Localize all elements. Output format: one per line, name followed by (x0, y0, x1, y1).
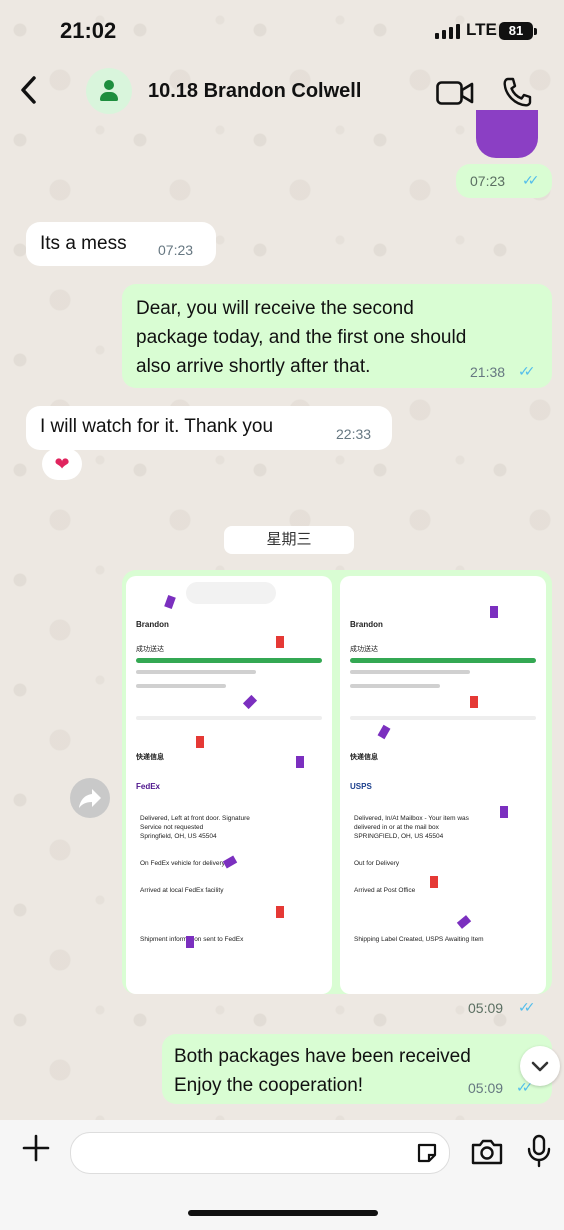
message-time: 07:23 (158, 242, 194, 258)
message-time: 22:33 (336, 426, 372, 442)
video-camera-icon[interactable] (436, 80, 474, 111)
read-receipt-icon: ✓✓ (522, 172, 540, 188)
signal-icon (435, 24, 460, 39)
carrier-logo: USPS (350, 782, 372, 791)
tracking-screenshot-usps[interactable]: Brandon 成功送达 快递信息 USPS Delivered, In/At … (340, 576, 546, 994)
message-time: 07:23 (470, 173, 506, 189)
chat-screen: 21:02 LTE 81 10.18 Brandon Colwell 07:23… (0, 0, 564, 1230)
message-time: 05:09 (468, 1000, 504, 1016)
carrier-logo: FedEx (136, 782, 161, 791)
battery-icon: 81 (499, 22, 537, 40)
sticker-image[interactable] (476, 110, 538, 158)
outgoing-message[interactable]: Dear, you will receive the second packag… (122, 284, 552, 388)
screenshot-status: 成功送达 (136, 646, 164, 653)
incoming-message[interactable]: I will watch for it. Thank you 22:33 (26, 406, 392, 450)
message-text: Both packages have been received Enjoy t… (174, 1046, 471, 1096)
sticker-meta-bubble: 07:23 ✓✓ (456, 164, 552, 198)
read-receipt-icon: ✓✓ (518, 363, 536, 379)
message-input[interactable] (70, 1132, 450, 1174)
tracking-events: Delivered, Left at front door. Signature… (140, 815, 250, 943)
image-message[interactable]: Brandon 成功送达 快递信息 FedEx Delivered, Left … (122, 570, 552, 1016)
avatar[interactable] (86, 68, 132, 114)
incoming-message[interactable]: Its a mess 07:23 (26, 222, 216, 266)
microphone-icon[interactable] (526, 1134, 552, 1173)
screenshot-status: 成功送达 (350, 646, 378, 653)
network-type: LTE (466, 20, 497, 39)
heart-reaction-icon[interactable]: ❤ (42, 448, 82, 480)
plus-icon[interactable] (22, 1134, 50, 1168)
message-composer (0, 1120, 564, 1230)
message-text: I will watch for it. Thank you (40, 416, 274, 437)
sticker-icon[interactable] (415, 1141, 439, 1170)
status-time: 21:02 (60, 18, 117, 43)
screenshot-section: 快递信息 (350, 754, 378, 761)
phone-icon[interactable] (502, 76, 532, 113)
screenshot-section: 快递信息 (136, 754, 164, 761)
tracking-events: Delivered, In/At Mailbox - Your item was… (354, 815, 484, 943)
scroll-down-button[interactable] (520, 1046, 560, 1086)
forward-icon[interactable] (70, 778, 110, 818)
chevron-down-icon (531, 1061, 549, 1072)
message-time: 21:38 (470, 364, 506, 380)
screenshot-recipient: Brandon (136, 620, 169, 629)
message-text: Dear, you will receive the second packag… (136, 298, 467, 377)
contact-name[interactable]: 10.18 Brandon Colwell (148, 80, 361, 103)
screenshot-recipient: Brandon (350, 620, 383, 629)
message-text: Its a mess (40, 233, 127, 254)
tracking-screenshot-fedex[interactable]: Brandon 成功送达 快递信息 FedEx Delivered, Left … (126, 576, 332, 994)
camera-icon[interactable] (470, 1138, 504, 1171)
date-separator: 星期三 (224, 526, 354, 554)
chevron-left-icon[interactable] (18, 74, 38, 112)
home-indicator (188, 1210, 378, 1216)
outgoing-message[interactable]: Both packages have been received Enjoy t… (162, 1034, 552, 1104)
message-time: 05:09 (468, 1080, 504, 1096)
status-bar: 21:02 LTE 81 (0, 0, 564, 64)
read-receipt-icon: ✓✓ (518, 999, 536, 1015)
